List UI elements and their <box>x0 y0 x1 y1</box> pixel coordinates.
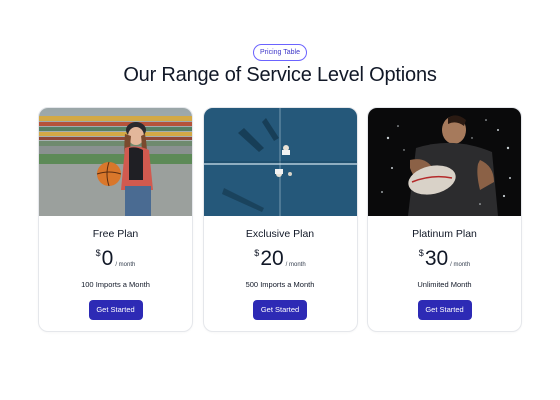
pricing-card-platinum: Platinum Plan $ 30 / month Unlimited Mon… <box>367 107 522 332</box>
woman-with-basketball-photo <box>39 108 192 216</box>
price-amount: 20 <box>260 247 284 270</box>
get-started-button-free[interactable]: Get Started <box>88 300 143 320</box>
price: $ 20 / month <box>254 246 305 270</box>
price: $ 30 / month <box>419 246 470 270</box>
currency-symbol: $ <box>95 248 101 258</box>
page-title: Our Range of Service Level Options <box>123 64 437 86</box>
price-period: / month <box>450 262 471 268</box>
tag-wrapper: Pricing Table <box>0 44 560 61</box>
price-period: / month <box>115 262 136 268</box>
pricing-card-free: Free Plan $ 0 / month 100 Imports a Mont… <box>38 107 193 332</box>
currency-symbol: $ <box>254 248 260 258</box>
price: $ 0 / month <box>96 246 136 270</box>
price-period: / month <box>285 262 306 268</box>
get-started-button-platinum[interactable]: Get Started <box>417 300 472 320</box>
imports-text: 100 Imports a Month <box>81 280 150 289</box>
price-amount: 30 <box>424 247 449 270</box>
pricing-card-exclusive: Exclusive Plan $ 20 / month 500 Imports … <box>202 107 358 332</box>
plan-name: Free Plan <box>92 228 139 240</box>
padel-court-aerial-photo <box>203 108 357 216</box>
currency-symbol: $ <box>418 248 424 258</box>
plan-name: Exclusive Plan <box>245 228 315 240</box>
imports-text: 500 Imports a Month <box>245 280 315 289</box>
pricing-page: Pricing Table Our Range of Service Level… <box>0 0 560 400</box>
rugby-player-splash-photo <box>368 108 521 216</box>
plan-name: Platinum Plan <box>412 228 477 240</box>
imports-text: Unlimited Month <box>417 280 472 289</box>
price-amount: 0 <box>101 247 114 270</box>
pricing-table-tag: Pricing Table <box>253 44 307 61</box>
pricing-cards: Free Plan $ 0 / month 100 Imports a Mont… <box>38 107 522 332</box>
get-started-button-exclusive[interactable]: Get Started <box>253 300 307 320</box>
